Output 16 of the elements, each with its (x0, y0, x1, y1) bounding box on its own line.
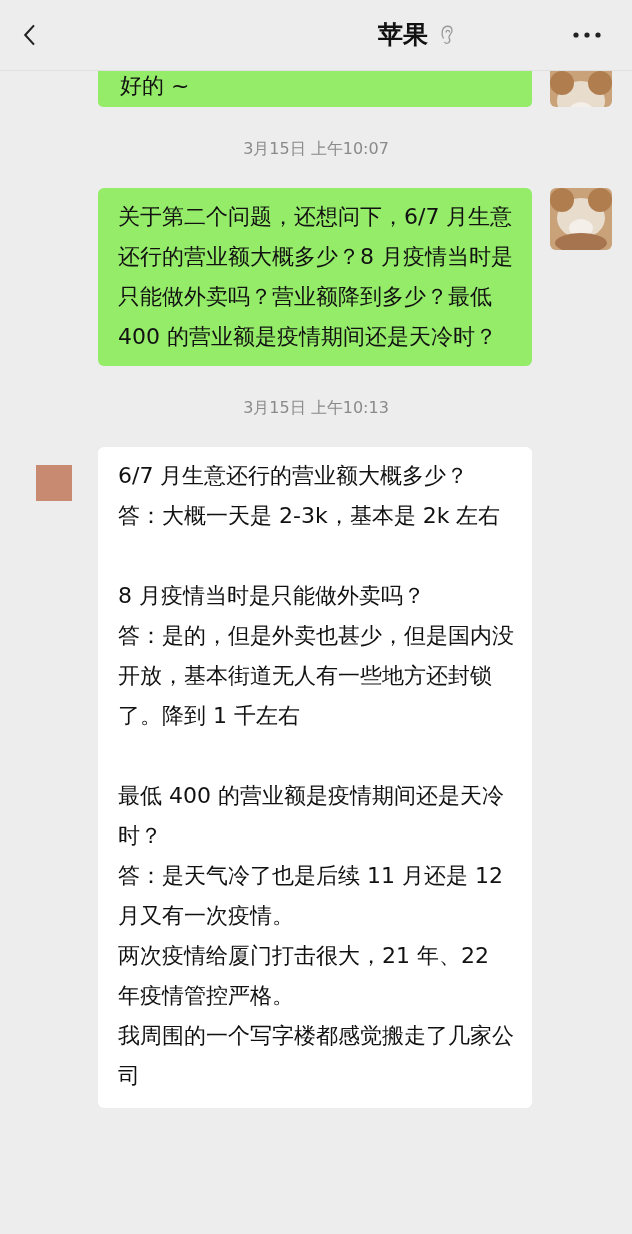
message-text: 我周围的一个写字楼都感觉搬走了几家公司 (118, 1022, 514, 1090)
message-text: 6/7 月生意还行的营业额大概多少？ (118, 462, 470, 490)
message-text: 答：大概一天是 2-3k，基本是 2k 左右 (118, 502, 502, 530)
timestamp: 3月15日 上午10:07 (243, 139, 389, 160)
message-text: 答：是天气冷了也是后续 11 月还是 12 月又有一次疫情。 (118, 862, 504, 930)
timestamp: 3月15日 上午10:13 (243, 398, 389, 419)
avatar-icon (36, 465, 72, 501)
message-text: 答：是的，但是外卖也甚少，但是国内没开放，基本街道无人有一些地方还封锁了。降到 1 千左右 (118, 622, 514, 730)
message-text: 8 月疫情当时是只能做外卖吗？ (118, 582, 426, 610)
more-icon[interactable] (572, 31, 602, 39)
message-bubble: 关于第二个问题，还想问下，6/7 月生意还行的营业额大概多少？8 月疫情当时是只能做外卖吗？营业额降到多少？最低 400 的营业额是疫情期间还是天冷时？ (98, 188, 532, 366)
message-text: 最低 400 的营业额是疫情期间还是天冷时？ (118, 782, 505, 850)
message-bubble: 好的 ~ (98, 71, 532, 107)
message-text: 两次疫情给厦门打击很大，21 年、22 年疫情管控严格。 (118, 942, 490, 1010)
chat-title: 苹果 (378, 19, 428, 51)
ear-icon (440, 23, 454, 46)
